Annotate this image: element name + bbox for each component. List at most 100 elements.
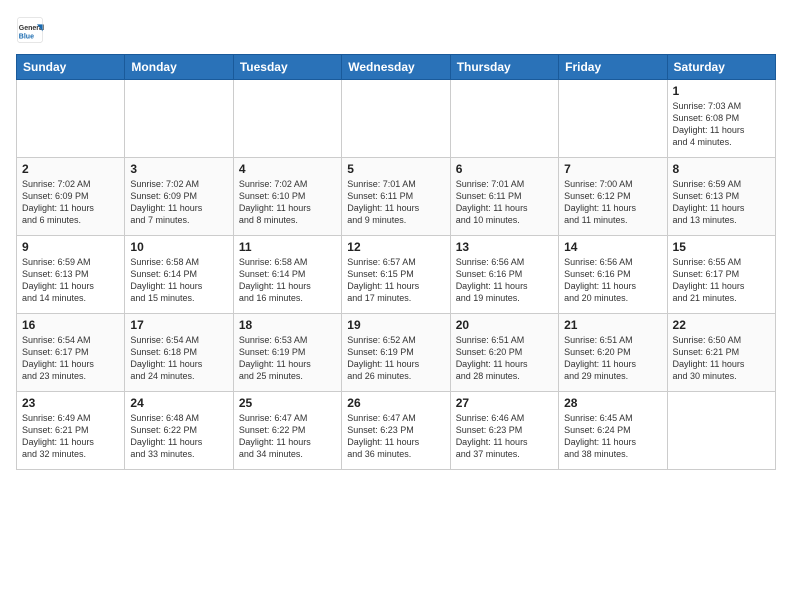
day-info: Sunrise: 6:51 AM Sunset: 6:20 PM Dayligh… [564,334,661,383]
day-cell: 1 Sunrise: 7:03 AM Sunset: 6:08 PM Daylig… [667,80,775,158]
day-cell [450,80,558,158]
day-number: 28 [564,396,661,410]
day-info: Sunrise: 6:47 AM Sunset: 6:22 PM Dayligh… [239,412,336,461]
day-number: 1 [673,84,770,98]
day-cell: 26Sunrise: 6:47 AM Sunset: 6:23 PM Dayli… [342,392,450,470]
day-info: Sunrise: 7:01 AM Sunset: 6:11 PM Dayligh… [456,178,553,227]
col-header-friday: Friday [559,55,667,80]
day-cell [559,80,667,158]
day-cell: 6 Sunrise: 7:01 AM Sunset: 6:11 PM Daylig… [450,158,558,236]
day-cell: 14 Sunrise: 6:56 AM Sunset: 6:16 PM Dayli… [559,236,667,314]
day-info: Sunrise: 6:51 AM Sunset: 6:20 PM Dayligh… [456,334,553,383]
day-info: Sunrise: 6:58 AM Sunset: 6:14 PM Dayligh… [130,256,227,305]
day-number: 9 [22,240,119,254]
day-info: Sunrise: 6:55 AM Sunset: 6:17 PM Dayligh… [673,256,770,305]
col-header-sunday: Sunday [17,55,125,80]
day-cell: 15 Sunrise: 6:55 AM Sunset: 6:17 PM Dayli… [667,236,775,314]
col-header-wednesday: Wednesday [342,55,450,80]
day-info: Sunrise: 6:50 AM Sunset: 6:21 PM Dayligh… [673,334,770,383]
day-cell: 10Sunrise: 6:58 AM Sunset: 6:14 PM Dayli… [125,236,233,314]
week-row-1: 1 Sunrise: 7:03 AM Sunset: 6:08 PM Daylig… [17,80,776,158]
calendar-header-row: SundayMondayTuesdayWednesdayThursdayFrid… [17,55,776,80]
day-cell: 28 Sunrise: 6:45 AM Sunset: 6:24 PM Dayli… [559,392,667,470]
day-number: 14 [564,240,661,254]
day-number: 6 [456,162,553,176]
page: General Blue SundayMondayTuesdayWednesda… [0,0,792,612]
col-header-monday: Monday [125,55,233,80]
day-info: Sunrise: 6:54 AM Sunset: 6:17 PM Dayligh… [22,334,119,383]
day-info: Sunrise: 6:57 AM Sunset: 6:15 PM Dayligh… [347,256,444,305]
day-cell: 23 Sunrise: 6:49 AM Sunset: 6:21 PM Dayli… [17,392,125,470]
week-row-5: 23 Sunrise: 6:49 AM Sunset: 6:21 PM Dayli… [17,392,776,470]
day-info: Sunrise: 7:00 AM Sunset: 6:12 PM Dayligh… [564,178,661,227]
day-info: Sunrise: 6:58 AM Sunset: 6:14 PM Dayligh… [239,256,336,305]
day-cell: 16 Sunrise: 6:54 AM Sunset: 6:17 PM Dayli… [17,314,125,392]
day-cell [342,80,450,158]
day-cell: 18 Sunrise: 6:53 AM Sunset: 6:19 PM Dayli… [233,314,341,392]
day-cell [233,80,341,158]
day-info: Sunrise: 7:02 AM Sunset: 6:10 PM Dayligh… [239,178,336,227]
day-number: 15 [673,240,770,254]
day-info: Sunrise: 6:49 AM Sunset: 6:21 PM Dayligh… [22,412,119,461]
day-cell [667,392,775,470]
day-number: 23 [22,396,119,410]
day-cell: 21 Sunrise: 6:51 AM Sunset: 6:20 PM Dayli… [559,314,667,392]
day-cell: 4 Sunrise: 7:02 AM Sunset: 6:10 PM Daylig… [233,158,341,236]
day-cell: 20 Sunrise: 6:51 AM Sunset: 6:20 PM Dayli… [450,314,558,392]
day-number: 16 [22,318,119,332]
day-cell: 22 Sunrise: 6:50 AM Sunset: 6:21 PM Dayli… [667,314,775,392]
day-info: Sunrise: 6:48 AM Sunset: 6:22 PM Dayligh… [130,412,227,461]
day-cell: 11 Sunrise: 6:58 AM Sunset: 6:14 PM Dayli… [233,236,341,314]
day-cell: 24Sunrise: 6:48 AM Sunset: 6:22 PM Dayli… [125,392,233,470]
day-number: 19 [347,318,444,332]
week-row-2: 2 Sunrise: 7:02 AM Sunset: 6:09 PM Daylig… [17,158,776,236]
day-number: 5 [347,162,444,176]
day-info: Sunrise: 6:54 AM Sunset: 6:18 PM Dayligh… [130,334,227,383]
day-number: 22 [673,318,770,332]
day-number: 20 [456,318,553,332]
day-cell: 8Sunrise: 6:59 AM Sunset: 6:13 PM Daylig… [667,158,775,236]
day-info: Sunrise: 7:03 AM Sunset: 6:08 PM Dayligh… [673,100,770,149]
day-number: 21 [564,318,661,332]
day-cell: 17 Sunrise: 6:54 AM Sunset: 6:18 PM Dayli… [125,314,233,392]
day-number: 18 [239,318,336,332]
day-number: 3 [130,162,227,176]
day-number: 12 [347,240,444,254]
day-info: Sunrise: 6:56 AM Sunset: 6:16 PM Dayligh… [456,256,553,305]
week-row-4: 16 Sunrise: 6:54 AM Sunset: 6:17 PM Dayli… [17,314,776,392]
logo: General Blue [16,16,46,44]
week-row-3: 9 Sunrise: 6:59 AM Sunset: 6:13 PM Daylig… [17,236,776,314]
day-number: 2 [22,162,119,176]
day-cell: 3 Sunrise: 7:02 AM Sunset: 6:09 PM Daylig… [125,158,233,236]
svg-text:Blue: Blue [19,33,34,40]
day-info: Sunrise: 7:02 AM Sunset: 6:09 PM Dayligh… [22,178,119,227]
day-cell [125,80,233,158]
day-cell: 13Sunrise: 6:56 AM Sunset: 6:16 PM Dayli… [450,236,558,314]
logo-icon: General Blue [16,16,44,44]
day-info: Sunrise: 7:01 AM Sunset: 6:11 PM Dayligh… [347,178,444,227]
day-info: Sunrise: 6:53 AM Sunset: 6:19 PM Dayligh… [239,334,336,383]
day-cell: 27Sunrise: 6:46 AM Sunset: 6:23 PM Dayli… [450,392,558,470]
day-cell: 12 Sunrise: 6:57 AM Sunset: 6:15 PM Dayli… [342,236,450,314]
day-cell: 7 Sunrise: 7:00 AM Sunset: 6:12 PM Daylig… [559,158,667,236]
day-number: 4 [239,162,336,176]
day-number: 7 [564,162,661,176]
col-header-saturday: Saturday [667,55,775,80]
day-info: Sunrise: 6:59 AM Sunset: 6:13 PM Dayligh… [673,178,770,227]
day-number: 26 [347,396,444,410]
header: General Blue [16,16,776,44]
calendar-table: SundayMondayTuesdayWednesdayThursdayFrid… [16,54,776,470]
day-info: Sunrise: 7:02 AM Sunset: 6:09 PM Dayligh… [130,178,227,227]
day-cell [17,80,125,158]
day-info: Sunrise: 6:56 AM Sunset: 6:16 PM Dayligh… [564,256,661,305]
day-info: Sunrise: 6:46 AM Sunset: 6:23 PM Dayligh… [456,412,553,461]
day-cell: 2 Sunrise: 7:02 AM Sunset: 6:09 PM Daylig… [17,158,125,236]
day-number: 11 [239,240,336,254]
day-number: 17 [130,318,227,332]
col-header-thursday: Thursday [450,55,558,80]
day-info: Sunrise: 6:45 AM Sunset: 6:24 PM Dayligh… [564,412,661,461]
day-number: 25 [239,396,336,410]
day-cell: 9 Sunrise: 6:59 AM Sunset: 6:13 PM Daylig… [17,236,125,314]
day-cell: 19Sunrise: 6:52 AM Sunset: 6:19 PM Dayli… [342,314,450,392]
day-info: Sunrise: 6:59 AM Sunset: 6:13 PM Dayligh… [22,256,119,305]
